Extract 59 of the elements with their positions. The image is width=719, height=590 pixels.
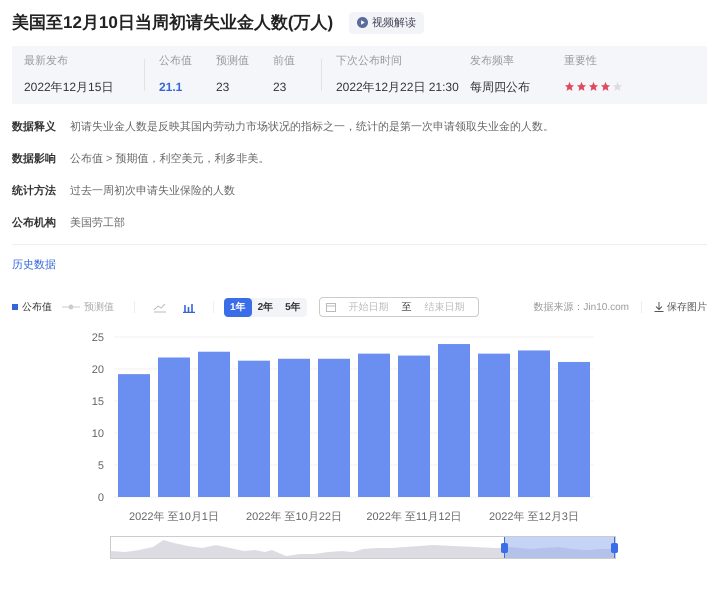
calendar-icon bbox=[326, 302, 336, 312]
date-separator: 至 bbox=[402, 300, 412, 314]
stat-label: 下次公布时间 bbox=[336, 54, 403, 70]
y-axis-label: 20 bbox=[92, 364, 104, 376]
legend-item[interactable]: 公布值 bbox=[12, 300, 52, 314]
definition-label: 数据影响 bbox=[12, 152, 57, 166]
stat-value: 21.1 bbox=[159, 78, 184, 96]
start-date-input[interactable]: 开始日期 bbox=[344, 300, 394, 314]
x-axis-label: 2022年 至11月12日 bbox=[366, 511, 462, 523]
star-icon bbox=[612, 81, 623, 92]
x-axis-label: 2022年 至10月1日 bbox=[129, 511, 219, 523]
range-tab[interactable]: 5年 bbox=[279, 298, 307, 316]
download-icon bbox=[654, 302, 664, 312]
line-marker-icon bbox=[62, 304, 80, 310]
star-icon bbox=[588, 81, 599, 92]
save-image-button[interactable]: 保存图片 bbox=[654, 300, 707, 314]
range-tab[interactable]: 1年 bbox=[224, 298, 252, 316]
end-date-input[interactable]: 结束日期 bbox=[420, 300, 470, 314]
range-tab[interactable]: 2年 bbox=[252, 298, 280, 316]
stat-label: 前值 bbox=[273, 54, 295, 70]
definition-text: 美国劳工部 bbox=[70, 216, 125, 230]
definition-label: 统计方法 bbox=[12, 184, 57, 198]
y-axis-label: 15 bbox=[92, 396, 104, 408]
play-icon bbox=[357, 17, 368, 28]
video-button[interactable]: 视频解读 bbox=[349, 12, 424, 34]
stat-value: 每周四公布 bbox=[470, 78, 531, 96]
stat-value: 23 bbox=[273, 78, 288, 96]
data-source: 数据来源：Jin10.com bbox=[533, 300, 629, 314]
stat-label: 公布值 bbox=[159, 54, 192, 70]
x-axis-label: 2022年 至12月3日 bbox=[489, 511, 579, 523]
star-icon bbox=[600, 81, 611, 92]
definition-text: 初请失业金人数是反映其国内劳动力市场状况的指标之一，统计的是第一次申请领取失业金的人数。 bbox=[70, 120, 554, 134]
star-icon bbox=[564, 81, 575, 92]
range-handle[interactable] bbox=[501, 543, 508, 553]
stat-label: 发布频率 bbox=[470, 54, 515, 70]
y-axis-label: 10 bbox=[92, 428, 104, 440]
y-axis-label: 25 bbox=[92, 332, 104, 344]
y-axis-label: 0 bbox=[98, 492, 104, 504]
stat-value: 2022年12月15日 bbox=[24, 78, 114, 96]
definition-label: 数据释义 bbox=[12, 120, 57, 134]
range-selection[interactable] bbox=[504, 537, 615, 558]
definition-label: 公布机构 bbox=[12, 216, 57, 230]
range-handle[interactable] bbox=[610, 543, 618, 553]
stat-value: 23 bbox=[216, 78, 230, 96]
line-chart-icon[interactable] bbox=[153, 302, 166, 312]
stat-label: 最新发布 bbox=[24, 54, 69, 70]
section-title: 历史数据 bbox=[12, 258, 57, 272]
star-icon bbox=[576, 81, 587, 92]
definition-text: 公布值 > 预期值，利空美元，利多非美。 bbox=[70, 152, 270, 166]
page-title: 美国至12月10日当周初请失业金人数(万人) bbox=[12, 12, 334, 34]
definition-text: 过去一周初次申请失业保险的人数 bbox=[70, 184, 235, 198]
stat-value: 2022年12月22日 21:30 bbox=[336, 78, 460, 96]
x-axis-label: 2022年 至10月22日 bbox=[246, 511, 342, 523]
bar-chart-icon[interactable] bbox=[182, 302, 195, 312]
stat-label: 重要性 bbox=[564, 54, 598, 70]
y-axis-label: 5 bbox=[98, 460, 104, 472]
stat-label: 预测值 bbox=[216, 54, 249, 70]
date-range-field[interactable]: 开始日期 至 结束日期 bbox=[318, 297, 479, 317]
square-icon bbox=[12, 304, 18, 310]
